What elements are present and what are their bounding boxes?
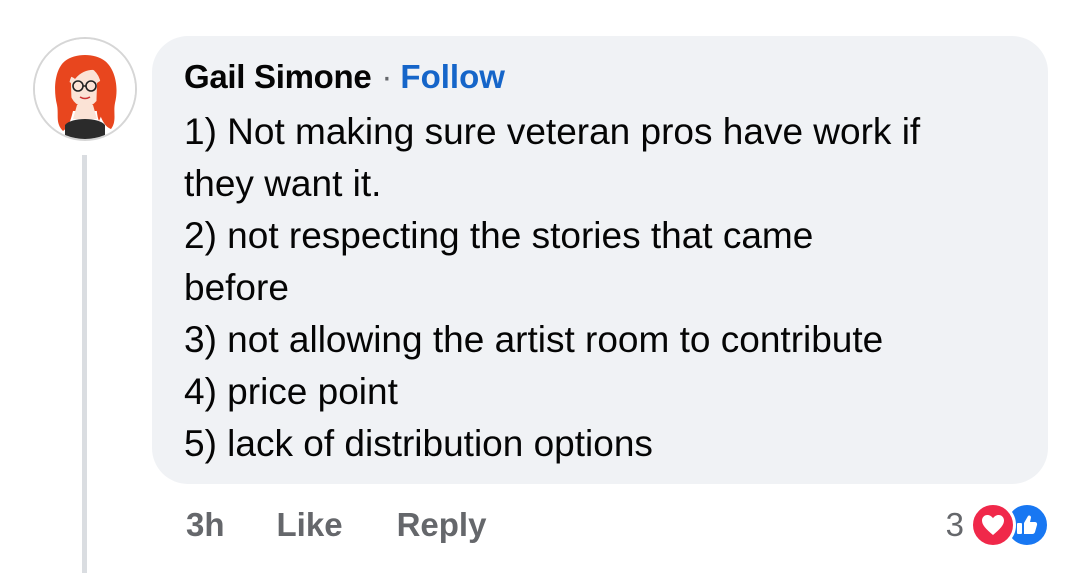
comment-line: 3) not allowing the artist room to contr… bbox=[184, 319, 884, 360]
reactions-summary[interactable]: 3 bbox=[946, 500, 1050, 550]
comment-body: 1) Not making sure veteran pros have wor… bbox=[184, 106, 1018, 470]
timestamp[interactable]: 3h bbox=[186, 506, 225, 544]
comment-bubble: Gail Simone · Follow 1) Not making sure … bbox=[152, 36, 1048, 484]
comment-line: 1) Not making sure veteran pros have wor… bbox=[184, 111, 921, 152]
like-button[interactable]: Like bbox=[277, 506, 343, 544]
avatar-illustration-icon bbox=[35, 39, 135, 139]
love-icon bbox=[970, 502, 1016, 548]
comment-line: 5) lack of distribution options bbox=[184, 423, 653, 464]
comment-header: Gail Simone · Follow bbox=[184, 58, 1018, 102]
author-name[interactable]: Gail Simone bbox=[184, 58, 372, 96]
follow-button[interactable]: Follow bbox=[400, 58, 504, 96]
thread-line bbox=[82, 155, 87, 573]
comment-line: they want it. bbox=[184, 163, 382, 204]
comment-container: Gail Simone · Follow 1) Not making sure … bbox=[0, 0, 1080, 573]
separator-dot: · bbox=[381, 58, 393, 95]
comment-line: before bbox=[184, 267, 289, 308]
comment-actions: 3h Like Reply bbox=[186, 500, 486, 550]
comment-line: 2) not respecting the stories that came bbox=[184, 215, 814, 256]
reaction-count: 3 bbox=[945, 506, 964, 543]
reply-button[interactable]: Reply bbox=[397, 506, 487, 544]
avatar[interactable] bbox=[33, 37, 137, 141]
comment-line: 4) price point bbox=[184, 371, 398, 412]
